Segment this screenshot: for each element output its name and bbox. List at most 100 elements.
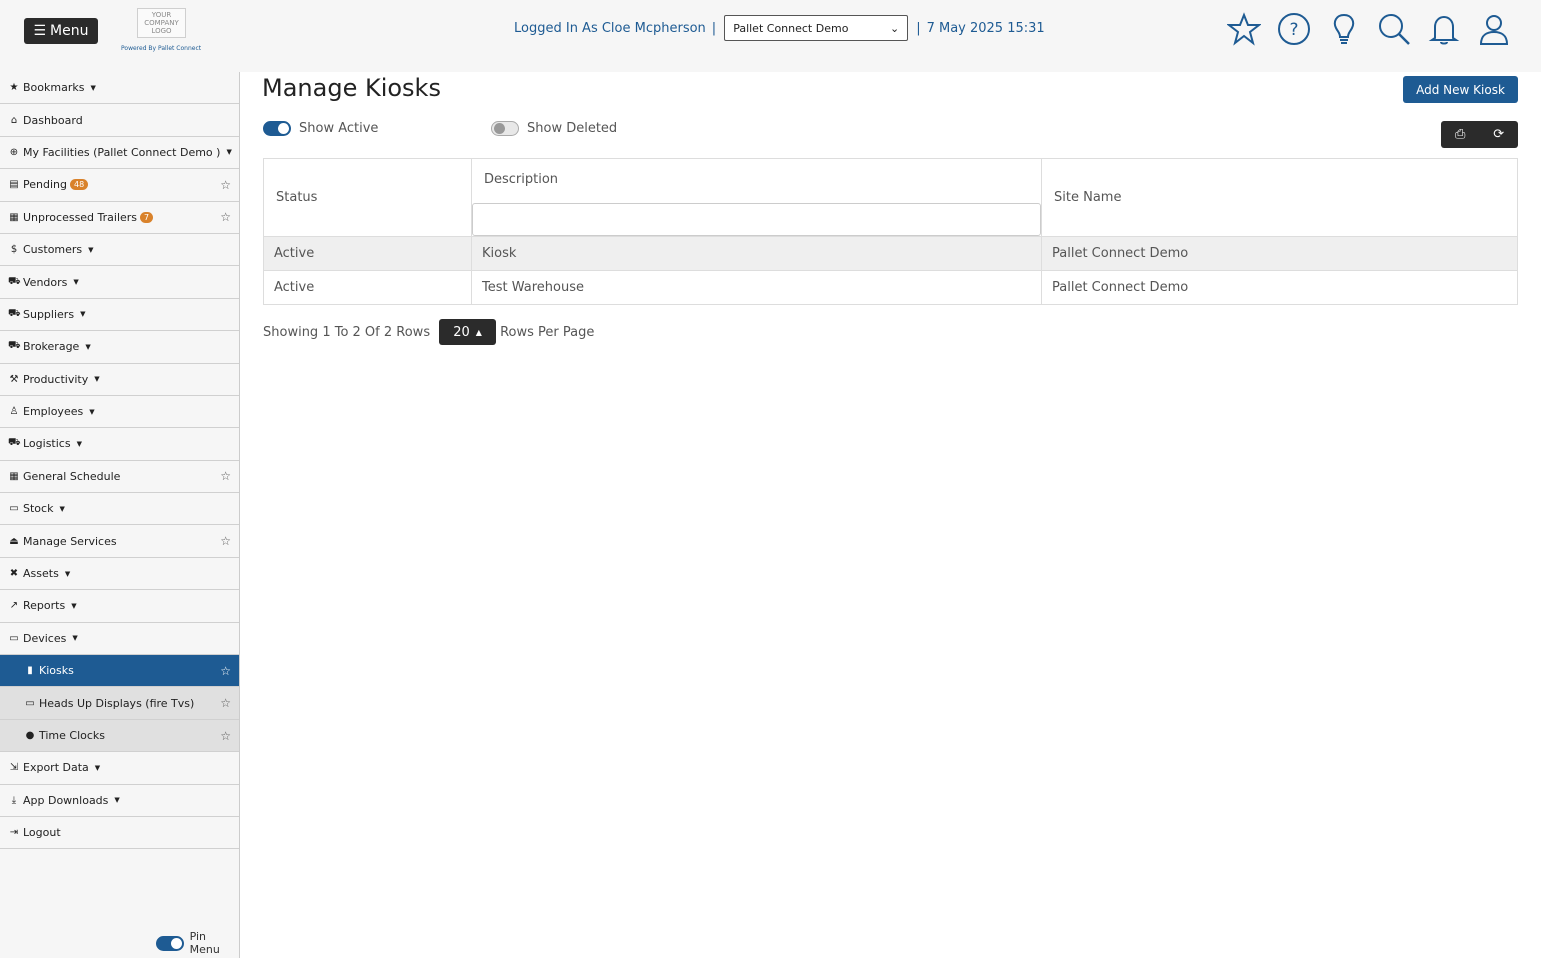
show-active-toggle[interactable] <box>263 121 291 136</box>
separator: | <box>916 20 921 36</box>
toggle-knob <box>494 123 505 134</box>
caret-down-icon: ▼ <box>90 83 96 92</box>
user-icon[interactable] <box>1477 12 1511 46</box>
bookmark-star-icon[interactable]: ☆ <box>220 696 231 710</box>
rows-per-page-value: 20 <box>453 324 470 340</box>
company-logo: YOUR COMPANY LOGO <box>137 8 186 38</box>
manage-services-icon: ⏏ <box>9 535 19 547</box>
bookmark-star-icon[interactable]: ☆ <box>220 178 231 192</box>
header-icon-bar: ? <box>1226 12 1511 46</box>
customers-icon: $ <box>10 244 18 256</box>
dashboard-icon: ⌂ <box>10 114 18 126</box>
show-deleted-label: Show Deleted <box>527 121 618 136</box>
sidebar-item-heads-up-displays-fire-tvs[interactable]: ▭ Heads Up Displays (fire Tvs) ☆ <box>0 687 239 720</box>
pin-menu[interactable]: Pin Menu <box>156 930 239 956</box>
sidebar-item-my-facilities-pallet-connect-demo[interactable]: ⊕ My Facilities (Pallet Connect Demo ) ▼ <box>0 137 239 170</box>
menu-button[interactable]: ☰ Menu <box>24 18 98 44</box>
cell-site-name: Pallet Connect Demo <box>1041 236 1518 271</box>
kiosks-icon: ▮ <box>27 665 33 677</box>
sidebar-item-logistics[interactable]: ⛟ Logistics ▼ <box>0 428 239 461</box>
top-header: ☰ Menu YOUR COMPANY LOGO Powered By Pall… <box>0 0 1541 72</box>
table-row[interactable]: Active Kiosk Pallet Connect Demo <box>263 236 1518 271</box>
sidebar-item-label: Heads Up Displays (fire Tvs) <box>39 696 195 710</box>
sidebar-item-productivity[interactable]: ⚒ Productivity ▼ <box>0 364 239 396</box>
logged-in-text: Logged In As Cloe Mcpherson <box>514 20 706 36</box>
caret-down-icon: ▼ <box>226 148 232 157</box>
print-icon[interactable]: ⎙ <box>1441 121 1480 148</box>
pagination: Showing 1 To 2 Of 2 Rows 20 ▲ Rows Per P… <box>263 319 594 345</box>
caret-down-icon: ▼ <box>59 504 65 513</box>
toggle-knob <box>170 937 182 949</box>
caret-up-icon: ▲ <box>475 327 482 337</box>
sidebar-item-pending[interactable]: ▤ Pending 48 ☆ <box>0 169 239 202</box>
logistics-icon: ⛟ <box>8 437 21 449</box>
facility-select[interactable]: Pallet Connect Demo ⌄ <box>724 15 909 41</box>
sidebar-item-time-clocks[interactable]: ● Time Clocks ☆ <box>0 719 239 753</box>
cell-description: Test Warehouse <box>471 270 1042 305</box>
help-icon[interactable]: ? <box>1277 12 1311 46</box>
caret-down-icon: ▼ <box>88 245 94 254</box>
bookmarks-icon: ★ <box>9 82 19 94</box>
cell-status: Active <box>263 236 472 271</box>
pin-menu-toggle[interactable] <box>156 935 184 951</box>
sidebar-item-general-schedule[interactable]: ▦ General Schedule ☆ <box>0 461 239 494</box>
search-icon[interactable] <box>1377 12 1411 46</box>
sidebar-item-manage-services[interactable]: ⏏ Manage Services ☆ <box>0 525 239 558</box>
bell-icon[interactable] <box>1427 12 1461 46</box>
hamburger-icon: ☰ <box>33 23 47 39</box>
idea-icon[interactable] <box>1327 12 1361 46</box>
bookmark-star-icon[interactable]: ☆ <box>220 729 231 743</box>
column-header-site-name[interactable]: Site Name <box>1041 158 1518 237</box>
sidebar-item-unprocessed-trailers[interactable]: ▦ Unprocessed Trailers 7 ☆ <box>0 202 239 234</box>
caret-down-icon: ▼ <box>85 342 91 351</box>
star-icon[interactable] <box>1226 12 1262 46</box>
sidebar-item-export-data[interactable]: ⇲ Export Data ▼ <box>0 752 239 785</box>
sidebar-item-label: Bookmarks <box>23 81 85 95</box>
sidebar-item-customers[interactable]: $ Customers ▼ <box>0 234 239 267</box>
sidebar-item-brokerage[interactable]: ⛟ Brokerage ▼ <box>0 331 239 364</box>
assets-icon: ✖ <box>9 568 19 580</box>
caret-down-icon: ▼ <box>73 278 79 287</box>
sidebar-item-app-downloads[interactable]: ⤓ App Downloads ▼ <box>0 785 239 817</box>
separator: | <box>711 20 717 36</box>
caret-down-icon: ▼ <box>80 310 86 319</box>
show-active-filter[interactable]: Show Active <box>263 121 378 136</box>
sidebar-item-dashboard[interactable]: ⌂ Dashboard <box>0 104 239 137</box>
sidebar-item-logout[interactable]: ⇥ Logout <box>0 817 239 850</box>
sidebar-item-employees[interactable]: ♙ Employees ▼ <box>0 396 239 429</box>
chevron-down-icon: ⌄ <box>889 21 900 35</box>
sidebar-item-suppliers[interactable]: ⛟ Suppliers ▼ <box>0 299 239 332</box>
rows-per-page-label: Rows Per Page <box>500 324 595 340</box>
export-data-icon: ⇲ <box>9 762 19 774</box>
sidebar-item-label: Pending <box>23 178 67 192</box>
sidebar-item-label: Productivity <box>23 372 89 386</box>
sidebar-item-devices[interactable]: ▭ Devices ▼ <box>0 623 239 656</box>
bookmark-star-icon[interactable]: ☆ <box>220 210 231 224</box>
sidebar-item-label: Reports <box>23 599 66 613</box>
caret-down-icon: ▼ <box>76 439 82 448</box>
sidebar-item-kiosks[interactable]: ▮ Kiosks ☆ <box>0 655 239 688</box>
cell-description: Kiosk <box>471 236 1042 271</box>
bookmark-star-icon[interactable]: ☆ <box>220 469 231 483</box>
description-filter-input[interactable] <box>472 203 1041 236</box>
sidebar-item-label: Export Data <box>23 761 89 775</box>
sidebar-item-reports[interactable]: ↗ Reports ▼ <box>0 590 239 623</box>
bookmark-star-icon[interactable]: ☆ <box>220 664 231 678</box>
reports-icon: ↗ <box>9 600 19 612</box>
rows-per-page-button[interactable]: 20 ▲ <box>439 319 497 345</box>
column-header-status[interactable]: Status <box>263 158 472 237</box>
add-new-kiosk-button[interactable]: Add New Kiosk <box>1403 76 1518 103</box>
logo-line: YOUR <box>151 11 172 19</box>
sidebar-item-bookmarks[interactable]: ★ Bookmarks ▼ <box>0 72 239 105</box>
bookmark-star-icon[interactable]: ☆ <box>220 534 231 548</box>
sidebar-item-vendors[interactable]: ⛟ Vendors ▼ <box>0 266 239 299</box>
sidebar-item-stock[interactable]: ▭ Stock ▼ <box>0 493 239 526</box>
table-row[interactable]: Active Test Warehouse Pallet Connect Demo <box>263 270 1518 305</box>
sidebar-item-assets[interactable]: ✖ Assets ▼ <box>0 558 239 591</box>
sidebar-item-label: Vendors <box>23 275 68 289</box>
count-badge: 7 <box>140 211 154 223</box>
refresh-icon[interactable]: ⟳ <box>1480 121 1519 148</box>
show-deleted-toggle[interactable] <box>491 121 519 136</box>
show-deleted-filter[interactable]: Show Deleted <box>491 121 617 136</box>
column-header-description-label[interactable]: Description <box>472 159 1041 203</box>
